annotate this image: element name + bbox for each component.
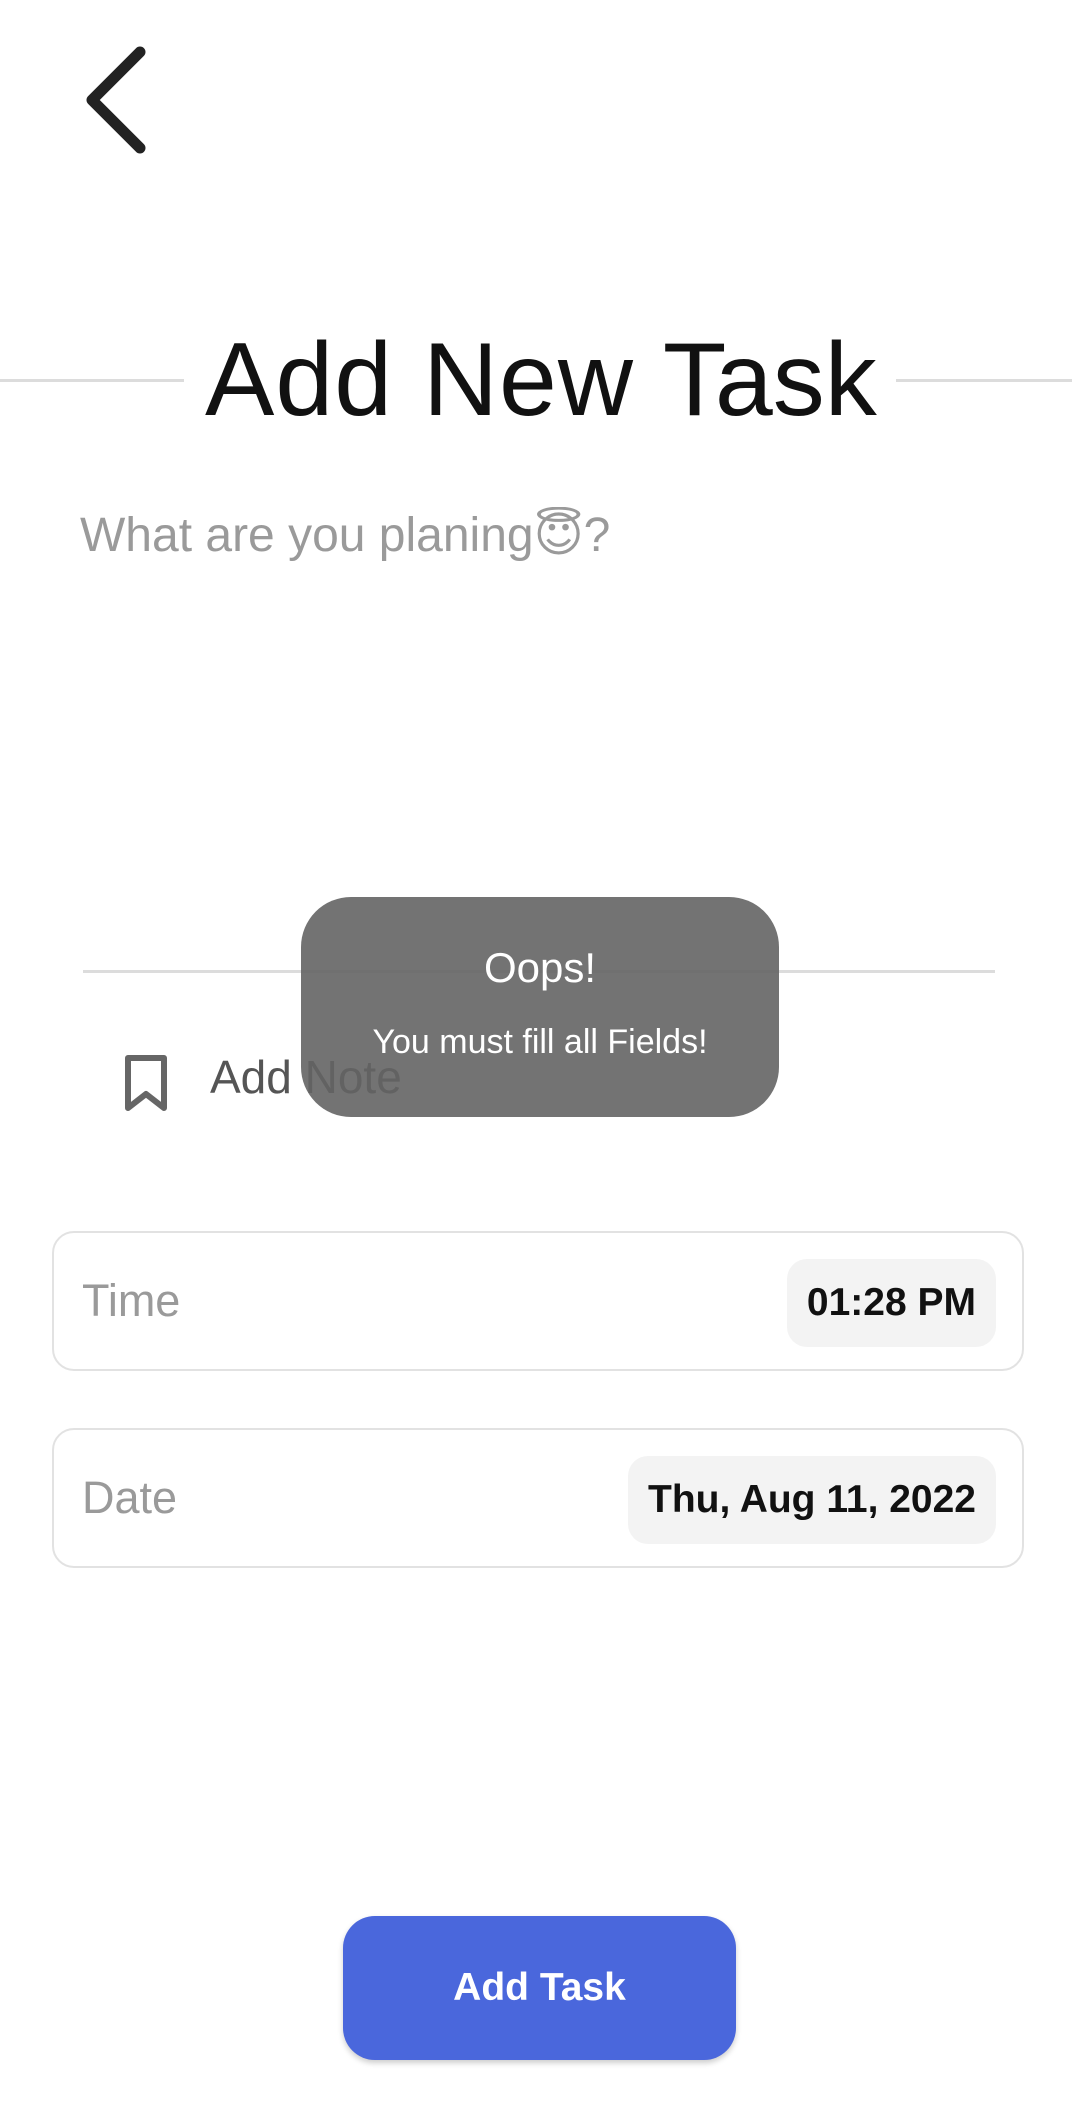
page-title-light: Add New — [205, 322, 634, 438]
time-field: Time 01:28 PM — [52, 1231, 1024, 1371]
page-title-row: Add New Task — [0, 320, 1072, 440]
date-picker-button[interactable]: Thu, Aug 11, 2022 — [628, 1456, 996, 1544]
page-title-bold: Task — [662, 322, 877, 438]
back-button[interactable] — [70, 40, 170, 160]
bookmark-icon — [125, 1055, 167, 1111]
toast-message: You must fill all Fields! — [372, 1023, 708, 1061]
title-divider-right — [896, 379, 1072, 382]
error-toast: Oops! You must fill all Fields! — [301, 897, 779, 1117]
add-task-button[interactable]: Add Task — [343, 1916, 736, 2060]
date-field: Date Thu, Aug 11, 2022 — [52, 1428, 1024, 1568]
time-picker-button[interactable]: 01:28 PM — [786, 1259, 996, 1347]
task-title-input[interactable] — [80, 500, 1000, 570]
time-label: Time — [82, 1275, 181, 1326]
page-title: Add New Task — [205, 320, 877, 440]
title-divider-left — [0, 379, 184, 382]
toast-title: Oops! — [483, 944, 597, 991]
chevron-left-icon — [86, 46, 146, 154]
date-label: Date — [82, 1472, 178, 1523]
